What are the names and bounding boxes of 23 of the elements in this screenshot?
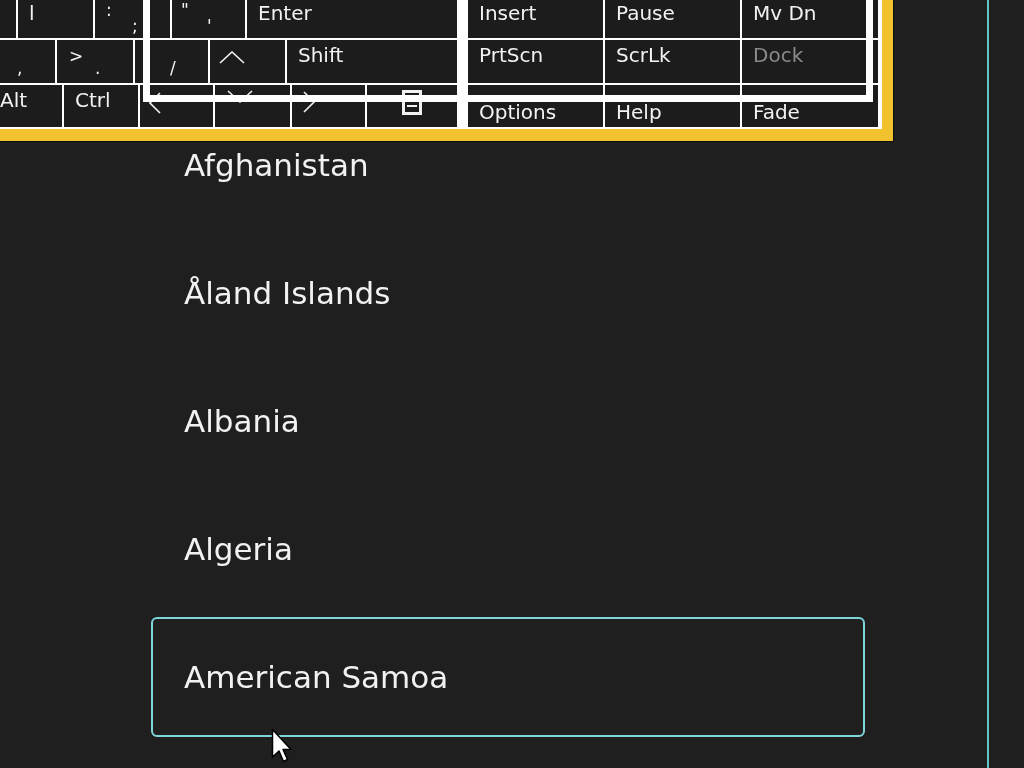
keyboard-key[interactable]: Shift (287, 40, 457, 83)
keyboard-key[interactable]: " ' (172, 0, 245, 38)
mouse-pointer-icon (271, 728, 293, 764)
keyboard-key[interactable]: Enter (247, 0, 457, 38)
keyboard-key[interactable]: Insert (468, 0, 603, 38)
keyboard-key[interactable]: PrtScn (468, 40, 603, 83)
country-list-item[interactable]: Algeria (151, 489, 865, 609)
menu-key-icon (402, 90, 422, 115)
keyboard-key[interactable]: , (0, 40, 55, 83)
keyboard-key[interactable]: Mv Dn (742, 0, 878, 38)
keyboard-key[interactable]: Ctrl (64, 85, 138, 127)
country-list-item[interactable]: Åland Islands (151, 233, 865, 353)
keyboard-key[interactable]: l (18, 0, 93, 38)
keyboard-key[interactable]: Alt (0, 85, 62, 127)
country-list-item[interactable]: American Samoa (151, 617, 865, 737)
keyboard-key[interactable]: ScrLk (605, 40, 740, 83)
chevron-up-icon (219, 51, 245, 64)
chevron-down-icon (227, 90, 253, 103)
keyboard-key[interactable]: > . (57, 40, 133, 83)
chevron-right-icon (303, 91, 315, 113)
keyboard-key[interactable]: Pause (605, 0, 740, 38)
country-list-item[interactable]: Albania (151, 361, 865, 481)
chevron-left-icon (149, 92, 161, 114)
